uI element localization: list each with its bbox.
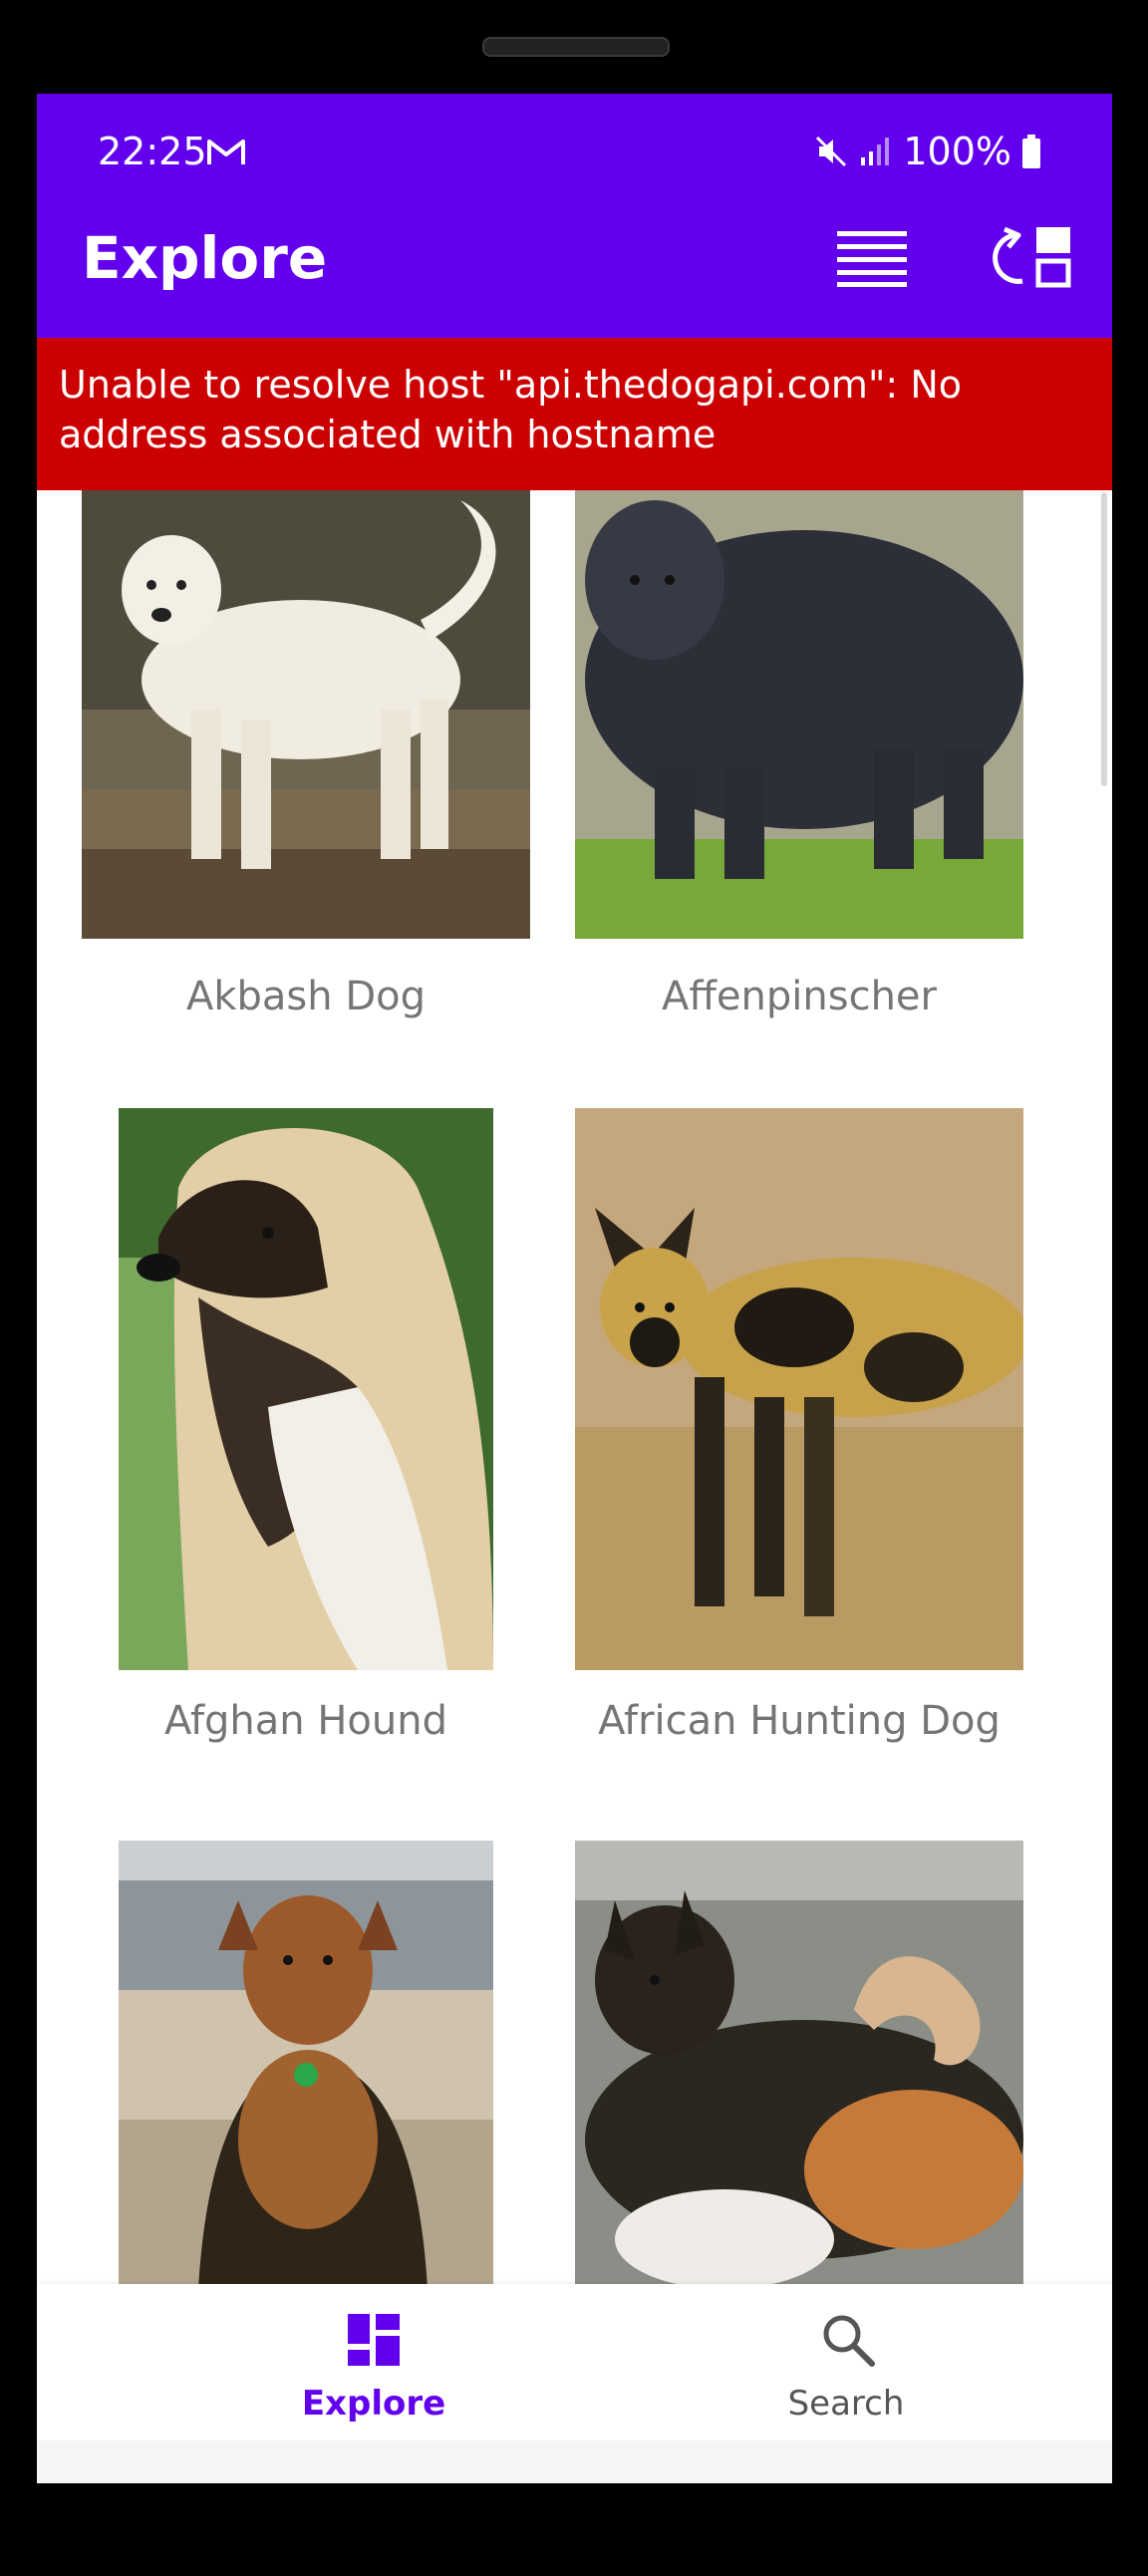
signal-icon: [861, 138, 890, 165]
breed-image: [575, 1108, 1023, 1670]
gmail-icon: [207, 140, 245, 164]
app-screen: 22:25 100% Explore Unable to resolve hos…: [37, 94, 1112, 2483]
breed-image: [119, 1108, 493, 1670]
dashboard-icon: [348, 2314, 400, 2366]
error-banner: Unable to resolve host "api.thedogapi.co…: [37, 338, 1112, 490]
app-bar: 22:25 100% Explore: [37, 94, 1112, 338]
battery-percent: 100%: [903, 130, 1011, 173]
breed-image: [119, 1841, 493, 2284]
breed-card[interactable]: [575, 1841, 1112, 2284]
earpiece-speaker: [482, 37, 670, 57]
battery-icon: [1022, 135, 1040, 168]
breed-name: Akbash Dog: [186, 974, 426, 1019]
breed-image: [575, 1841, 1023, 2284]
breed-name: African Hunting Dog: [598, 1698, 1001, 1744]
breed-card[interactable]: African Hunting Dog: [575, 1108, 1112, 1826]
nav-explore[interactable]: Explore: [224, 2284, 523, 2440]
search-icon: [823, 2315, 875, 2367]
list-view-icon[interactable]: [834, 227, 910, 287]
nav-search-label: Search: [787, 2384, 905, 2424]
breed-card[interactable]: Akbash Dog: [37, 490, 575, 1088]
bottom-navigation: Explore Search: [37, 2284, 1112, 2440]
mute-icon: [816, 136, 847, 167]
nav-explore-label: Explore: [301, 2384, 446, 2424]
breed-image: [82, 490, 530, 939]
breed-name: Affenpinscher: [662, 974, 937, 1019]
breed-image: [575, 490, 1023, 939]
nav-search[interactable]: Search: [697, 2284, 996, 2440]
status-time: 22:25: [98, 130, 207, 173]
page-title: Explore: [82, 224, 328, 292]
breed-grid[interactable]: Akbash Dog Affenpinscher Afghan Hound Af…: [37, 490, 1112, 2284]
system-navigation-bar: [37, 2440, 1112, 2483]
breed-card[interactable]: Afghan Hound: [37, 1108, 575, 1826]
scrollbar[interactable]: [1101, 492, 1107, 786]
breed-card[interactable]: [37, 1841, 575, 2284]
switch-layout-icon[interactable]: [989, 223, 1078, 289]
status-icons: 100%: [813, 130, 1041, 173]
breed-card[interactable]: Affenpinscher: [575, 490, 1112, 1088]
phone-frame: 22:25 100% Explore Unable to resolve hos…: [0, 0, 1148, 2576]
breed-name: Afghan Hound: [164, 1698, 447, 1744]
